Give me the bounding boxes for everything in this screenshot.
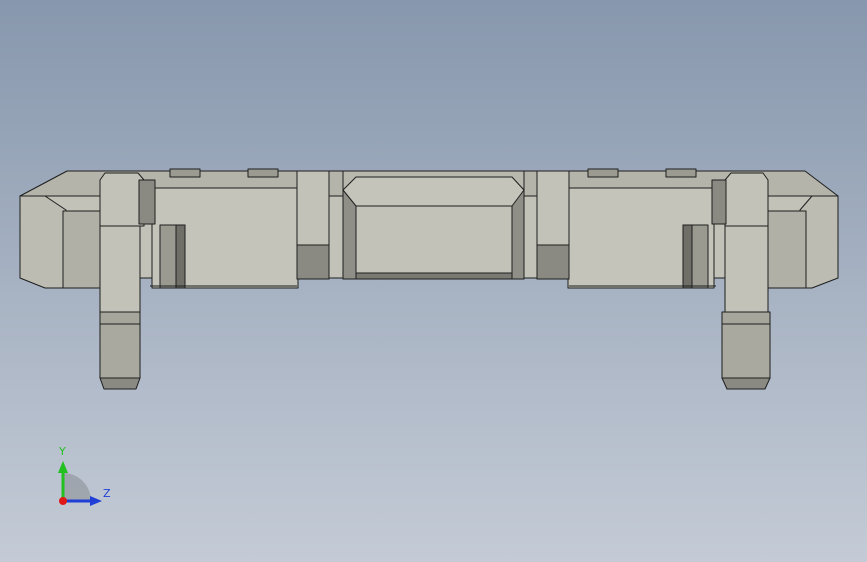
top-notch <box>665 168 697 178</box>
left-latch-pocket-shadow <box>175 224 186 289</box>
center-channel-inner <box>354 205 513 274</box>
left-rib-recess <box>296 244 330 280</box>
right-post-head <box>724 172 769 227</box>
coordinate-triad: Y Z <box>58 445 111 506</box>
left-post-shaft <box>99 225 141 313</box>
right-post-side <box>711 179 727 225</box>
center-channel-bottom <box>354 272 513 280</box>
triad-plane-arc <box>63 473 91 501</box>
left-end-slot <box>62 210 104 289</box>
left-post-head <box>99 172 145 227</box>
left-pin-tip <box>99 323 141 379</box>
right-end-slot <box>767 210 807 289</box>
z-axis-label: Z <box>103 487 111 500</box>
left-pin-band <box>99 311 141 325</box>
cad-viewport[interactable] <box>0 0 867 562</box>
top-notch <box>247 168 279 178</box>
center-channel-left-wall <box>342 189 357 280</box>
left-pin-end <box>99 377 141 390</box>
right-post-shaft <box>724 225 769 313</box>
top-notch <box>587 168 619 178</box>
right-pin-end <box>721 377 771 390</box>
center-channel-right-wall <box>511 189 525 280</box>
y-axis-label: Y <box>58 445 66 458</box>
x-axis-dot <box>59 497 67 505</box>
right-pin-band <box>721 311 771 325</box>
left-end-block <box>19 195 67 289</box>
right-pin-tip <box>721 323 771 379</box>
y-axis-arrowhead <box>58 461 68 473</box>
center-channel-top-bevel <box>342 176 525 207</box>
connector-part-model <box>19 168 839 390</box>
left-post-side <box>138 179 156 225</box>
top-notch <box>169 168 201 178</box>
z-axis-arrowhead <box>90 496 102 506</box>
right-latch-pocket-shadow <box>682 224 693 289</box>
right-rib-recess <box>536 244 570 280</box>
